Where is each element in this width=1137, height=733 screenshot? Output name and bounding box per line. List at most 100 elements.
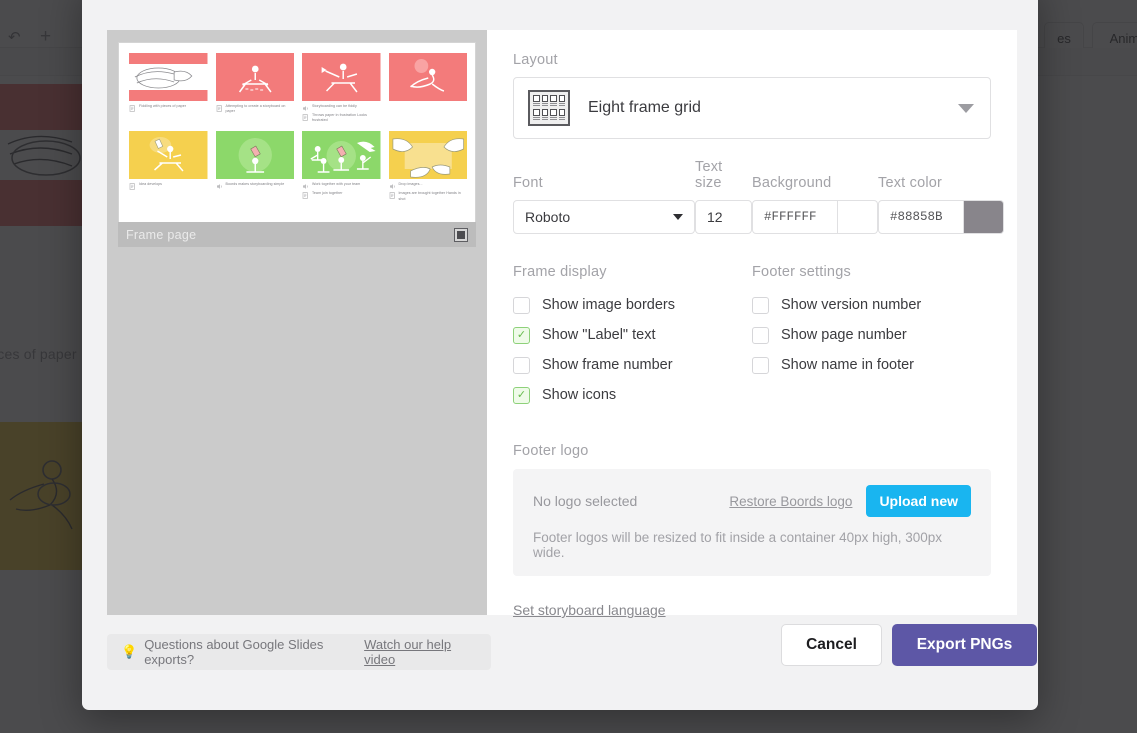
- frame-image: [129, 131, 208, 179]
- note-icon: [302, 114, 309, 121]
- note-icon: [216, 105, 223, 112]
- checkbox-label: Show page number: [781, 327, 907, 343]
- caption-row: Images are brought together Hands in sho…: [389, 191, 468, 201]
- text-size-input[interactable]: 12: [695, 200, 752, 234]
- frame-captions: Drop images... Images are brought togeth…: [389, 182, 468, 201]
- export-settings-panel: Layout Eight frame grid Font Roboto: [487, 30, 1017, 615]
- preview-frame: [389, 53, 468, 124]
- caption-row: Storyboarding can be fiddly: [302, 104, 381, 112]
- font-value: Roboto: [525, 209, 570, 225]
- preview-frame: Storyboarding can be fiddly Throws paper…: [302, 53, 381, 124]
- checkbox-show-frame-number[interactable]: Show frame number: [513, 350, 752, 380]
- footer-logo-note: Footer logos will be resized to fit insi…: [533, 530, 971, 560]
- upload-new-button[interactable]: Upload new: [866, 485, 971, 517]
- layout-value: Eight frame grid: [588, 99, 701, 117]
- checkbox-sections: Frame display Show image borders Show "L…: [513, 264, 991, 410]
- checkbox-box[interactable]: [752, 327, 769, 344]
- caption-text: Drop images...: [399, 182, 423, 187]
- caption-text: Attempting to create a storyboard on pap…: [226, 104, 295, 114]
- text-color-label: Text color: [878, 175, 1004, 191]
- figure-slump-icon: [389, 53, 468, 101]
- checkbox-label: Show icons: [542, 387, 616, 403]
- checkbox-box[interactable]: [513, 357, 530, 374]
- layout-select[interactable]: Eight frame grid: [513, 77, 991, 139]
- set-storyboard-language-link[interactable]: Set storyboard language: [513, 602, 666, 618]
- text-color-group: #88858B: [878, 200, 1004, 234]
- frame-captions: Fiddling with pieces of paper: [129, 104, 208, 112]
- checkbox-box[interactable]: [752, 357, 769, 374]
- text-size-value: 12: [707, 209, 723, 225]
- frame-display-section: Frame display Show image borders Show "L…: [513, 264, 752, 410]
- help-video-link[interactable]: Watch our help video: [364, 637, 477, 667]
- sound-icon: [389, 183, 396, 190]
- checkbox-show-version-number[interactable]: Show version number: [752, 290, 991, 320]
- frame-image: [389, 53, 468, 101]
- checkbox-show-page-number[interactable]: Show page number: [752, 320, 991, 350]
- preview-frame: Fiddling with pieces of paper: [129, 53, 208, 124]
- modal-footer: 💡 Questions about Google Slides exports?…: [82, 634, 1038, 710]
- checkbox-box[interactable]: [752, 297, 769, 314]
- eight-frame-grid-icon: [528, 90, 570, 126]
- chevron-down-icon[interactable]: [958, 104, 974, 113]
- preview-frame: Attempting to create a storyboard on pap…: [216, 53, 295, 124]
- font-select[interactable]: Roboto: [513, 200, 695, 234]
- export-pngs-button[interactable]: Export PNGs: [892, 624, 1037, 666]
- footer-logo-section: Footer logo No logo selected Restore Boo…: [513, 442, 991, 620]
- background-color-input[interactable]: #FFFFFF: [752, 200, 838, 234]
- lightbulb-icon: 💡: [121, 644, 137, 660]
- checkbox-box[interactable]: [513, 327, 530, 344]
- text-color-field: Text color #88858B: [878, 175, 1004, 234]
- figure-glow-icon: [216, 131, 295, 179]
- caption-text: Boords makes storyboarding simple: [226, 182, 285, 187]
- chevron-down-icon: [673, 214, 683, 220]
- checkbox-box[interactable]: [513, 297, 530, 314]
- checkbox-label: Show version number: [781, 297, 921, 313]
- background-color-label: Background: [752, 175, 878, 191]
- footer-logo-panel: No logo selected Restore Boords logo Upl…: [513, 469, 991, 576]
- caption-row: Boords makes storyboarding simple: [216, 182, 295, 190]
- checkbox-show-label-text[interactable]: Show "Label" text: [513, 320, 752, 350]
- note-icon: [129, 105, 136, 112]
- export-settings-modal: Fiddling with pieces of paper: [82, 0, 1038, 710]
- caption-text: Team join together: [312, 191, 342, 196]
- preview-page-label: Frame page: [126, 228, 454, 242]
- background-color-field: Background #FFFFFF: [752, 175, 878, 234]
- preview-frame: Work together with your team Team join t…: [302, 131, 381, 202]
- preview-frame: Boords makes storyboarding simple: [216, 131, 295, 202]
- restore-boords-logo-link[interactable]: Restore Boords logo: [729, 494, 852, 509]
- frame-display-label: Frame display: [513, 264, 752, 280]
- text-color-input[interactable]: #88858B: [878, 200, 964, 234]
- preview-page: Fiddling with pieces of paper: [118, 42, 476, 236]
- background-color-swatch[interactable]: [838, 200, 878, 234]
- expand-icon[interactable]: [454, 228, 468, 242]
- text-color-swatch[interactable]: [964, 200, 1004, 234]
- checkbox-show-name-in-footer[interactable]: Show name in footer: [752, 350, 991, 380]
- cancel-button[interactable]: Cancel: [781, 624, 882, 666]
- frame-image: [216, 131, 295, 179]
- checkbox-label: Show image borders: [542, 297, 675, 313]
- font-field: Font Roboto: [513, 175, 695, 234]
- checkbox-show-icons[interactable]: Show icons: [513, 380, 752, 410]
- preview-frame-grid: Fiddling with pieces of paper: [129, 53, 467, 199]
- hands-drop-icon: [389, 131, 468, 179]
- caption-row: Drop images...: [389, 182, 468, 190]
- caption-row: Throws paper in frustration Looks frustr…: [302, 113, 381, 123]
- caption-row: Team join together: [302, 191, 381, 199]
- caption-text: Idea develops: [139, 182, 162, 187]
- frame-captions: Attempting to create a storyboard on pap…: [216, 104, 295, 114]
- footer-logo-label: Footer logo: [513, 443, 589, 459]
- figure-idea-icon: [129, 131, 208, 179]
- figure-desk-icon: [216, 53, 295, 101]
- footer-logo-row: No logo selected Restore Boords logo Upl…: [533, 485, 971, 517]
- typography-row: Font Roboto Text size 12 Background #FFF…: [513, 159, 991, 234]
- team-group-icon: [302, 131, 381, 179]
- sound-icon: [302, 183, 309, 190]
- footer-settings-section: Footer settings Show version number Show…: [752, 264, 991, 410]
- checkbox-show-image-borders[interactable]: Show image borders: [513, 290, 752, 320]
- checkbox-box[interactable]: [513, 387, 530, 404]
- checkbox-label: Show "Label" text: [542, 327, 655, 343]
- caption-text: Images are brought together Hands in sho…: [399, 191, 468, 201]
- text-size-label: Text size: [695, 159, 752, 191]
- note-icon: [129, 183, 136, 190]
- figure-throw-icon: [302, 53, 381, 101]
